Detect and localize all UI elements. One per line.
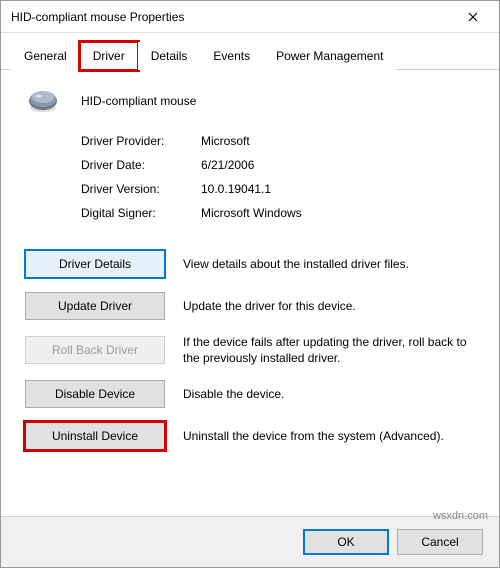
provider-value: Microsoft xyxy=(201,134,250,148)
tab-bar: General Driver Details Events Power Mana… xyxy=(1,33,499,70)
device-name: HID-compliant mouse xyxy=(81,94,196,108)
driver-properties: Driver Provider: Microsoft Driver Date: … xyxy=(81,134,475,230)
tab-driver[interactable]: Driver xyxy=(80,42,138,70)
cancel-button[interactable]: Cancel xyxy=(397,529,483,555)
properties-window: HID-compliant mouse Properties General D… xyxy=(0,0,500,568)
tab-events-label: Events xyxy=(213,49,250,63)
tab-general-label: General xyxy=(24,49,67,63)
signer-label: Digital Signer: xyxy=(81,206,201,220)
version-value: 10.0.19041.1 xyxy=(201,182,271,196)
tab-driver-label: Driver xyxy=(93,49,125,63)
tab-power-label: Power Management xyxy=(276,49,383,63)
window-title: HID-compliant mouse Properties xyxy=(11,10,184,24)
tab-details-label: Details xyxy=(151,49,188,63)
driver-details-desc: View details about the installed driver … xyxy=(183,256,475,272)
dialog-footer: OK Cancel xyxy=(1,516,499,567)
disable-device-desc: Disable the device. xyxy=(183,386,475,402)
date-value: 6/21/2006 xyxy=(201,158,254,172)
titlebar: HID-compliant mouse Properties xyxy=(1,1,499,33)
disable-device-button[interactable]: Disable Device xyxy=(25,380,165,408)
tab-events[interactable]: Events xyxy=(200,42,263,70)
tab-content: HID-compliant mouse Driver Provider: Mic… xyxy=(1,70,499,516)
version-label: Driver Version: xyxy=(81,182,201,196)
ok-button[interactable]: OK xyxy=(303,529,389,555)
roll-back-driver-button: Roll Back Driver xyxy=(25,336,165,364)
update-driver-button[interactable]: Update Driver xyxy=(25,292,165,320)
tab-power-management[interactable]: Power Management xyxy=(263,42,396,70)
uninstall-device-button[interactable]: Uninstall Device xyxy=(25,422,165,450)
tab-general[interactable]: General xyxy=(11,42,80,70)
uninstall-device-desc: Uninstall the device from the system (Ad… xyxy=(183,428,475,444)
mouse-icon xyxy=(25,88,61,114)
date-label: Driver Date: xyxy=(81,158,201,172)
roll-back-driver-desc: If the device fails after updating the d… xyxy=(183,334,475,366)
signer-value: Microsoft Windows xyxy=(201,206,302,220)
watermark: wsxdn.com xyxy=(433,510,488,522)
action-buttons: Driver Details View details about the in… xyxy=(25,250,475,450)
provider-label: Driver Provider: xyxy=(81,134,201,148)
close-button[interactable] xyxy=(453,3,493,31)
close-icon xyxy=(468,12,478,22)
device-header: HID-compliant mouse xyxy=(25,88,475,114)
driver-details-button[interactable]: Driver Details xyxy=(25,250,165,278)
tab-details[interactable]: Details xyxy=(138,42,201,70)
update-driver-desc: Update the driver for this device. xyxy=(183,298,475,314)
